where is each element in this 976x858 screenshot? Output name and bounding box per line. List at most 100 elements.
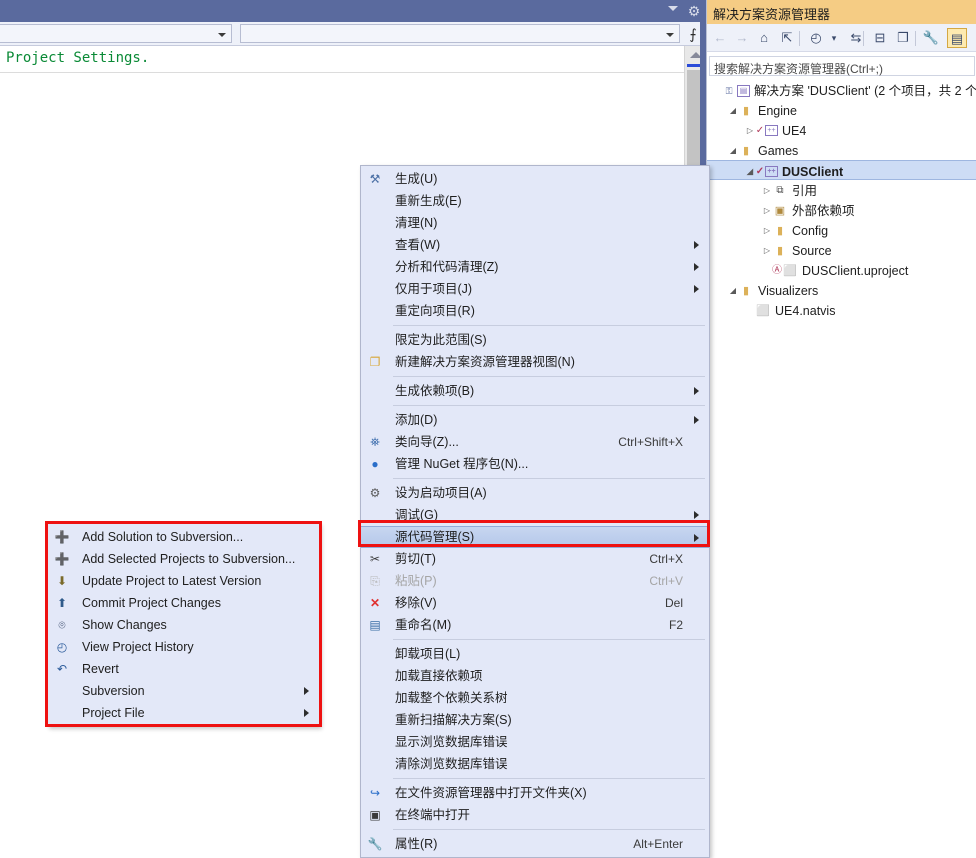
solution-explorer-search-input[interactable]: 搜索解决方案资源管理器(Ctrl+;) bbox=[709, 56, 975, 76]
submenu-arrow-icon bbox=[694, 263, 699, 271]
menu-clean[interactable]: 清理(N) bbox=[361, 212, 709, 234]
menu-scope-to-this[interactable]: 限定为此范围(S) bbox=[361, 329, 709, 351]
menu-load-entire-dependency-tree[interactable]: 加载整个依赖关系树 bbox=[361, 687, 709, 709]
menu-build[interactable]: ⚒ 生成(U) bbox=[361, 168, 709, 190]
class-wizard-icon: ⛯ bbox=[370, 435, 380, 449]
menu-manage-nuget-packages[interactable]: ● 管理 NuGet 程序包(N)... bbox=[361, 453, 709, 475]
show-all-files-icon[interactable]: ❐ bbox=[893, 28, 913, 48]
tree-row[interactable]: ▷ ▣ 外部依赖项 bbox=[707, 200, 976, 220]
menu-separator bbox=[393, 325, 705, 326]
menu-rescan-solution[interactable]: 重新扫描解决方案(S) bbox=[361, 709, 709, 731]
menu-rebuild[interactable]: 重新生成(E) bbox=[361, 190, 709, 212]
home-icon[interactable]: ⌂ bbox=[754, 28, 774, 48]
submenu-view-project-history[interactable]: ◴ View Project History bbox=[48, 636, 319, 658]
tree-node-label: 外部依赖项 bbox=[792, 203, 855, 218]
menu-remove[interactable]: ✕ 移除(V) Del bbox=[361, 592, 709, 614]
scope-dropdown[interactable] bbox=[0, 24, 232, 43]
toolbar-separator bbox=[799, 31, 800, 46]
menu-class-wizard[interactable]: ⛯ 类向导(Z)... Ctrl+Shift+X bbox=[361, 431, 709, 453]
expander-expand-icon[interactable]: ▷ bbox=[762, 221, 772, 241]
submenu-revert[interactable]: ↶ Revert bbox=[48, 658, 319, 680]
submenu-add-solution-to-subversion[interactable]: ➕ Add Solution to Subversion... bbox=[48, 526, 319, 548]
context-menu-items: ⚒ 生成(U) 重新生成(E) 清理(N) 查看(W) 分析和代码清理(Z) 仅用于项目(J… bbox=[361, 168, 709, 855]
menu-debug[interactable]: 调试(G) bbox=[361, 504, 709, 526]
references-icon: ⧉ bbox=[776, 184, 784, 196]
menu-item-label: Show Changes bbox=[82, 618, 167, 632]
tree-row[interactable]: ▷ ▮ Source bbox=[707, 240, 976, 260]
menu-item-label: Project File bbox=[82, 706, 145, 720]
menu-open-in-terminal[interactable]: ▣ 在终端中打开 bbox=[361, 804, 709, 826]
tree-row[interactable]: ◢ ▮ Games bbox=[707, 140, 976, 160]
submenu-subversion[interactable]: Subversion bbox=[48, 680, 319, 702]
sync-with-active-document-icon[interactable]: ⇱ bbox=[777, 28, 797, 48]
chevron-down-icon bbox=[218, 33, 226, 37]
gear-icon[interactable]: ⚙ bbox=[687, 4, 701, 18]
solution-explorer-toolbar: ← → ⌂ ⇱ ◴ ▾ ⇆ ⊟ ❐ 🔧 ▤ bbox=[707, 24, 976, 52]
tree-row-selected[interactable]: ◢ ✓ ++ DUSClient bbox=[707, 160, 976, 180]
expander-expand-icon[interactable]: ▷ bbox=[762, 241, 772, 261]
menu-item-label: 设为启动项目(A) bbox=[395, 486, 487, 500]
menu-item-shortcut: Ctrl+V bbox=[649, 574, 683, 588]
tree-row[interactable]: Ⓐ⬜ DUSClient.uproject bbox=[707, 260, 976, 280]
preview-selected-items-icon[interactable]: ▤ bbox=[947, 28, 967, 48]
menu-item-label: 源代码管理(S) bbox=[395, 530, 475, 544]
tree-row[interactable]: ▷ ✓ ++ UE4 bbox=[707, 120, 976, 140]
expander-collapse-icon[interactable]: ◢ bbox=[728, 101, 738, 121]
menu-build-dependencies[interactable]: 生成依赖项(B) bbox=[361, 380, 709, 402]
submenu-show-changes[interactable]: ⌾ Show Changes bbox=[48, 614, 319, 636]
menu-analyze-and-code-cleanup[interactable]: 分析和代码清理(Z) bbox=[361, 256, 709, 278]
properties-wrench-icon[interactable]: 🔧 bbox=[921, 28, 941, 48]
expander-expand-icon[interactable]: ▷ bbox=[762, 181, 772, 201]
tree-row[interactable]: ◢ ▮ Visualizers bbox=[707, 280, 976, 300]
menu-new-solution-explorer-view[interactable]: ❐ 新建解决方案资源管理器视图(N) bbox=[361, 351, 709, 373]
collapse-all-icon[interactable]: ⊟ bbox=[870, 28, 890, 48]
member-dropdown[interactable] bbox=[240, 24, 680, 43]
menu-source-control[interactable]: 源代码管理(S) bbox=[361, 526, 709, 548]
menu-item-label: 加载整个依赖关系树 bbox=[395, 691, 508, 705]
filter-dropdown-icon[interactable]: ▾ bbox=[828, 28, 840, 48]
menu-cut[interactable]: ✂ 剪切(T) Ctrl+X bbox=[361, 548, 709, 570]
menu-item-label: 清理(N) bbox=[395, 216, 438, 230]
tree-row[interactable]: ◢ ▮ Engine bbox=[707, 100, 976, 120]
solution-explorer-header[interactable]: 解决方案资源管理器 bbox=[707, 0, 976, 24]
submenu-update-project-to-latest-version[interactable]: ⬇ Update Project to Latest Version bbox=[48, 570, 319, 592]
svn-update-icon: ⬇ bbox=[56, 574, 68, 588]
expander-expand-icon[interactable]: ▷ bbox=[745, 121, 755, 141]
tree-row[interactable]: ⬜ UE4.natvis bbox=[707, 300, 976, 320]
expander-collapse-icon[interactable]: ◢ bbox=[728, 141, 738, 161]
expander-collapse-icon[interactable]: ◢ bbox=[745, 162, 755, 182]
menu-item-label: Subversion bbox=[82, 684, 145, 698]
folder-icon: ▮ bbox=[742, 144, 750, 157]
menu-properties[interactable]: 🔧 属性(R) Alt+Enter bbox=[361, 833, 709, 855]
menu-rename[interactable]: ▤ 重命名(M) F2 bbox=[361, 614, 709, 636]
menu-retarget-project[interactable]: 重定向项目(R) bbox=[361, 300, 709, 322]
menu-item-label: 生成依赖项(B) bbox=[395, 384, 475, 398]
tree-row[interactable]: ▷ ▮ Config bbox=[707, 220, 976, 240]
search-placeholder: 搜索解决方案资源管理器(Ctrl+;) bbox=[714, 62, 883, 76]
menu-set-as-startup-project[interactable]: ⚙ 设为启动项目(A) bbox=[361, 482, 709, 504]
tree-row[interactable]: ⚿ ▤ 解决方案 'DUSClient' (2 个项目，共 2 个) bbox=[707, 80, 976, 100]
submenu-add-selected-projects-to-subversion[interactable]: ➕ Add Selected Projects to Subversion... bbox=[48, 548, 319, 570]
menu-unload-project[interactable]: 卸载项目(L) bbox=[361, 643, 709, 665]
menu-show-browse-database-errors[interactable]: 显示浏览数据库错误 bbox=[361, 731, 709, 753]
submenu-commit-project-changes[interactable]: ⬆ Commit Project Changes bbox=[48, 592, 319, 614]
expander-collapse-icon[interactable]: ◢ bbox=[728, 281, 738, 301]
menu-open-folder-in-file-explorer[interactable]: ↪ 在文件资源管理器中打开文件夹(X) bbox=[361, 782, 709, 804]
tree-row[interactable]: ▷ ⧉ 引用 bbox=[707, 180, 976, 200]
menu-clear-browse-database-errors[interactable]: 清除浏览数据库错误 bbox=[361, 753, 709, 775]
menu-view[interactable]: 查看(W) bbox=[361, 234, 709, 256]
chevron-down-icon[interactable] bbox=[668, 6, 678, 11]
expander-expand-icon[interactable]: ▷ bbox=[762, 201, 772, 221]
natvis-file-icon: ⬜ bbox=[756, 304, 770, 317]
menu-project-only[interactable]: 仅用于项目(J) bbox=[361, 278, 709, 300]
external-dependencies-icon: ▣ bbox=[774, 204, 786, 217]
menu-add[interactable]: 添加(D) bbox=[361, 409, 709, 431]
submenu-project-file[interactable]: Project File bbox=[48, 702, 319, 724]
svn-add-solution-icon: ➕ bbox=[54, 530, 70, 544]
pending-changes-filter-icon[interactable]: ◴ bbox=[806, 28, 826, 48]
cpp-project-icon: ++ bbox=[765, 125, 778, 137]
menu-item-label: 剪切(T) bbox=[395, 552, 436, 566]
cut-icon: ✂ bbox=[369, 552, 381, 566]
menu-load-direct-dependencies[interactable]: 加载直接依赖项 bbox=[361, 665, 709, 687]
back-arrow-icon: ← bbox=[713, 30, 727, 45]
